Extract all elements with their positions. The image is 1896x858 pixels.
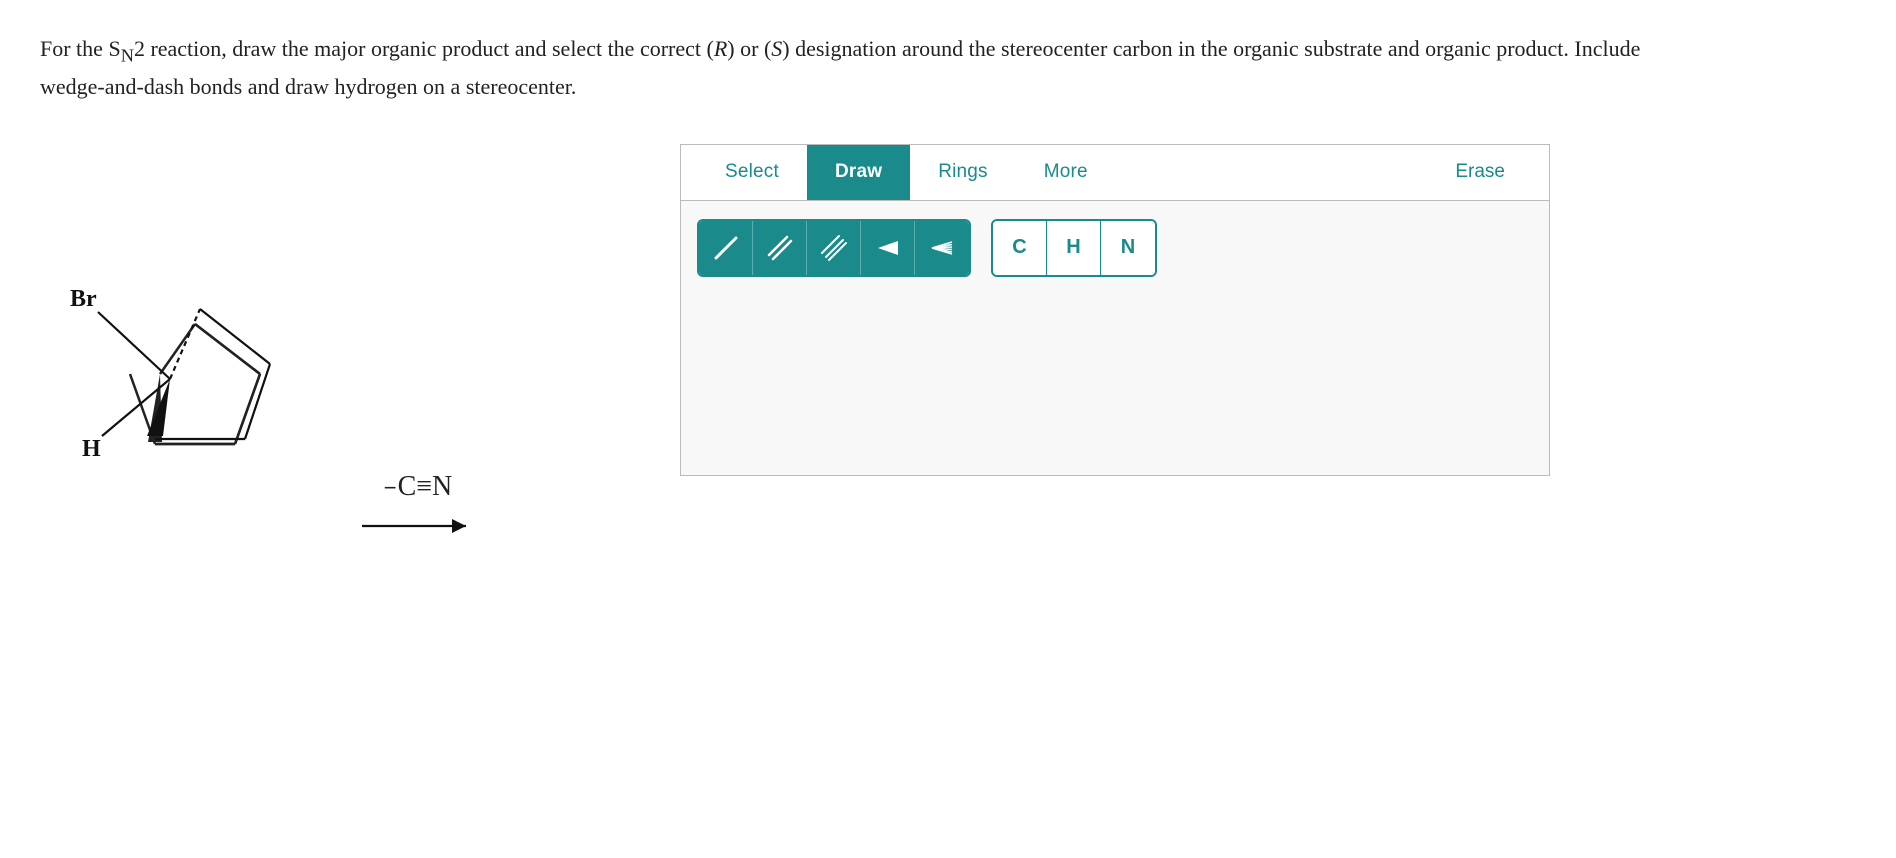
reagent-cn: C≡N (398, 471, 453, 503)
svg-text:Br: Br (70, 286, 97, 312)
svg-text:H: H (82, 436, 101, 462)
wedge-bond-icon (873, 233, 903, 263)
dash-bond-button[interactable] (915, 221, 969, 275)
double-bond-icon (765, 233, 795, 263)
triple-bond-icon (819, 233, 849, 263)
atom-hydrogen-button[interactable]: H (1047, 221, 1101, 275)
reagent-area: −C≡N (358, 431, 478, 541)
wedge-bond-button[interactable] (861, 221, 915, 275)
tab-erase[interactable]: Erase (1427, 161, 1533, 183)
tab-rings[interactable]: Rings (910, 145, 1016, 200)
toolbar-tools: C H N (681, 201, 1549, 295)
toolbar-tabs: Select Draw Rings More Erase (681, 145, 1549, 201)
molecule-svg: Br H (40, 244, 340, 494)
substrate-molecule: Br H (40, 244, 340, 729)
reaction-arrow (358, 511, 478, 541)
atom-nitrogen-button[interactable]: N (1101, 221, 1155, 275)
main-area: Br H −C≡N Select Draw (40, 144, 1856, 729)
tool-panel: Select Draw Rings More Erase (680, 144, 1550, 476)
reaction-area: Br H −C≡N (40, 144, 660, 729)
tab-draw[interactable]: Draw (807, 145, 910, 200)
dash-bond-icon (927, 233, 957, 263)
tab-more[interactable]: More (1016, 145, 1116, 200)
single-bond-button[interactable] (699, 221, 753, 275)
double-bond-button[interactable] (753, 221, 807, 275)
atom-carbon-button[interactable]: C (993, 221, 1047, 275)
atom-group: C H N (991, 219, 1157, 277)
tab-select[interactable]: Select (697, 145, 807, 200)
reagent-superscript: − (384, 475, 397, 501)
triple-bond-button[interactable] (807, 221, 861, 275)
bond-group (697, 219, 971, 277)
question-text: For the SN2 reaction, draw the major org… (40, 32, 1690, 104)
single-bond-icon (711, 233, 741, 263)
reagent-formula: −C≡N (384, 471, 453, 503)
drawing-canvas[interactable] (681, 295, 1549, 475)
